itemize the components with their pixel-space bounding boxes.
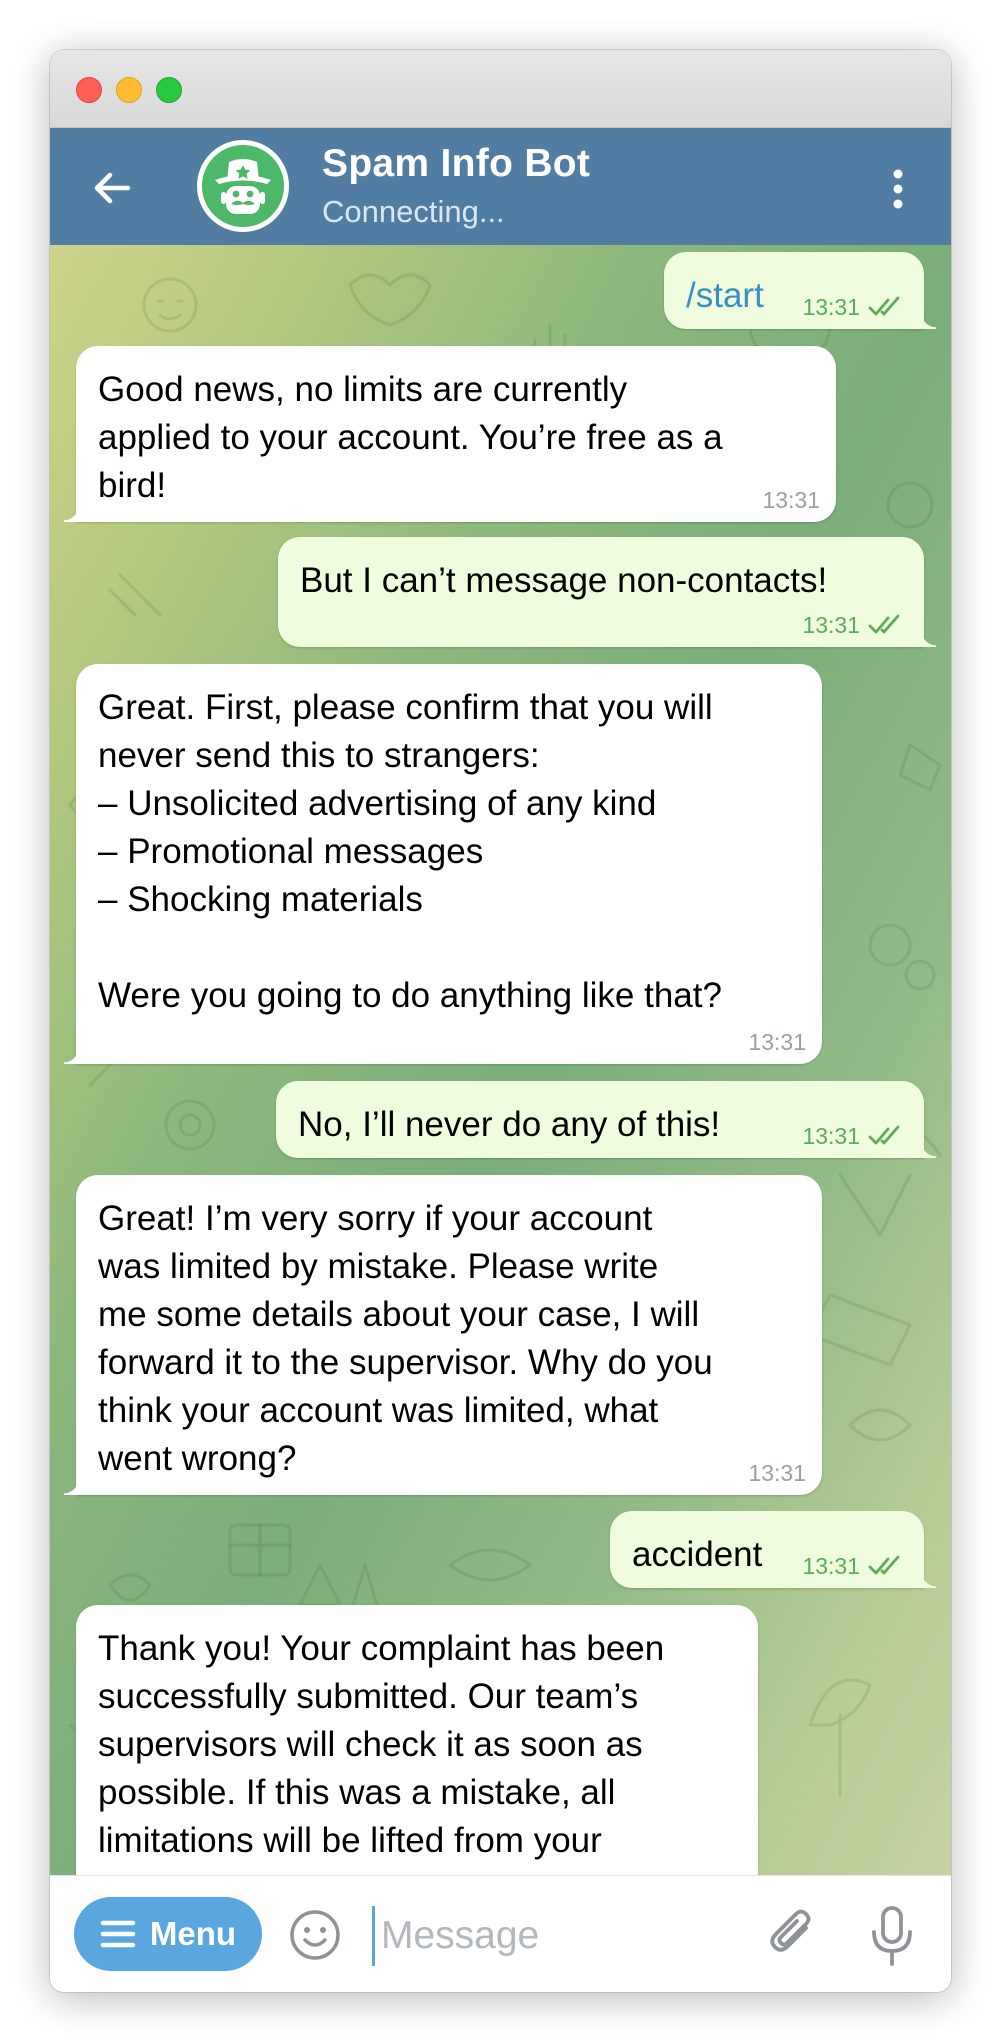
message-meta: 13:31	[802, 295, 908, 319]
more-options-button[interactable]	[876, 164, 920, 214]
microphone-icon	[872, 1906, 912, 1966]
message-outgoing[interactable]: But I can’t message non-contacts! 13:31	[278, 537, 936, 647]
double-check-icon	[868, 1125, 900, 1145]
arrow-left-icon	[94, 172, 131, 204]
kebab-vertical-icon	[893, 169, 903, 209]
attach-button[interactable]	[762, 1904, 822, 1964]
double-check-icon	[868, 614, 900, 634]
window-titlebar	[50, 50, 951, 128]
back-button[interactable]	[88, 163, 138, 213]
double-check-icon	[868, 1555, 900, 1575]
message-time: 13:31	[748, 1029, 806, 1055]
menu-label: Menu	[149, 1915, 237, 1952]
chat-header: Spam Info Bot Connecting...	[50, 128, 951, 245]
minimize-window-button[interactable]	[116, 77, 142, 103]
message-time: 13:31	[802, 612, 860, 638]
message-meta: 13:31	[802, 1124, 908, 1148]
paperclip-icon	[770, 1909, 811, 1952]
message-incoming[interactable]: Thank you! Your complaint has been succe…	[76, 1605, 758, 1875]
message-incoming[interactable]: Great. First, please confirm that you wi…	[64, 664, 822, 1064]
message-composer: Menu	[50, 1875, 951, 1992]
message-meta: 13:31	[802, 613, 908, 637]
message-input[interactable]	[372, 1906, 763, 1966]
message-outgoing[interactable]: /start 13:31	[664, 252, 936, 329]
command-link[interactable]: /start	[686, 276, 764, 315]
message-text: Thank you! Your complaint has been succe…	[98, 1629, 665, 1875]
emoji-smile-icon	[290, 1910, 340, 1960]
message-time: 13:31	[802, 1553, 860, 1579]
bot-avatar[interactable]	[197, 140, 289, 232]
message-incoming[interactable]: Great! I’m very sorry if your account wa…	[64, 1175, 822, 1495]
message-text: Great! I’m very sorry if your account wa…	[98, 1199, 713, 1478]
message-text: Great. First, please confirm that you wi…	[98, 688, 722, 1015]
message-outgoing[interactable]: No, I’ll never do any of this! 13:31	[276, 1081, 936, 1158]
message-outgoing[interactable]: accident 13:31	[610, 1511, 936, 1588]
message-time: 13:31	[748, 1460, 806, 1486]
hamburger-icon	[100, 1920, 136, 1948]
chat-title[interactable]: Spam Info Bot	[322, 142, 590, 186]
message-text: Good news, no limits are currently appli…	[98, 370, 723, 505]
zoom-window-button[interactable]	[156, 77, 182, 103]
message-meta: 13:31	[802, 1554, 908, 1578]
close-window-button[interactable]	[76, 77, 102, 103]
message-list[interactable]: /start 13:31 Good news, no limits are cu…	[50, 245, 951, 1875]
double-check-icon	[868, 296, 900, 316]
emoji-button[interactable]	[288, 1908, 342, 1962]
message-incoming[interactable]: Good news, no limits are currently appli…	[64, 346, 836, 522]
cowboy-bot-icon	[198, 141, 288, 231]
message-time: 13:31	[802, 1123, 860, 1149]
connection-status: Connecting...	[322, 194, 505, 229]
message-time: 13:31	[762, 487, 820, 513]
voice-record-button[interactable]	[866, 1904, 918, 1968]
bot-menu-button[interactable]: Menu	[74, 1897, 262, 1971]
message-time: 13:31	[802, 294, 860, 320]
app-window: Spam Info Bot Connecting... /start 13:31…	[50, 50, 951, 1992]
message-text: But I can’t message non-contacts!	[300, 561, 828, 600]
